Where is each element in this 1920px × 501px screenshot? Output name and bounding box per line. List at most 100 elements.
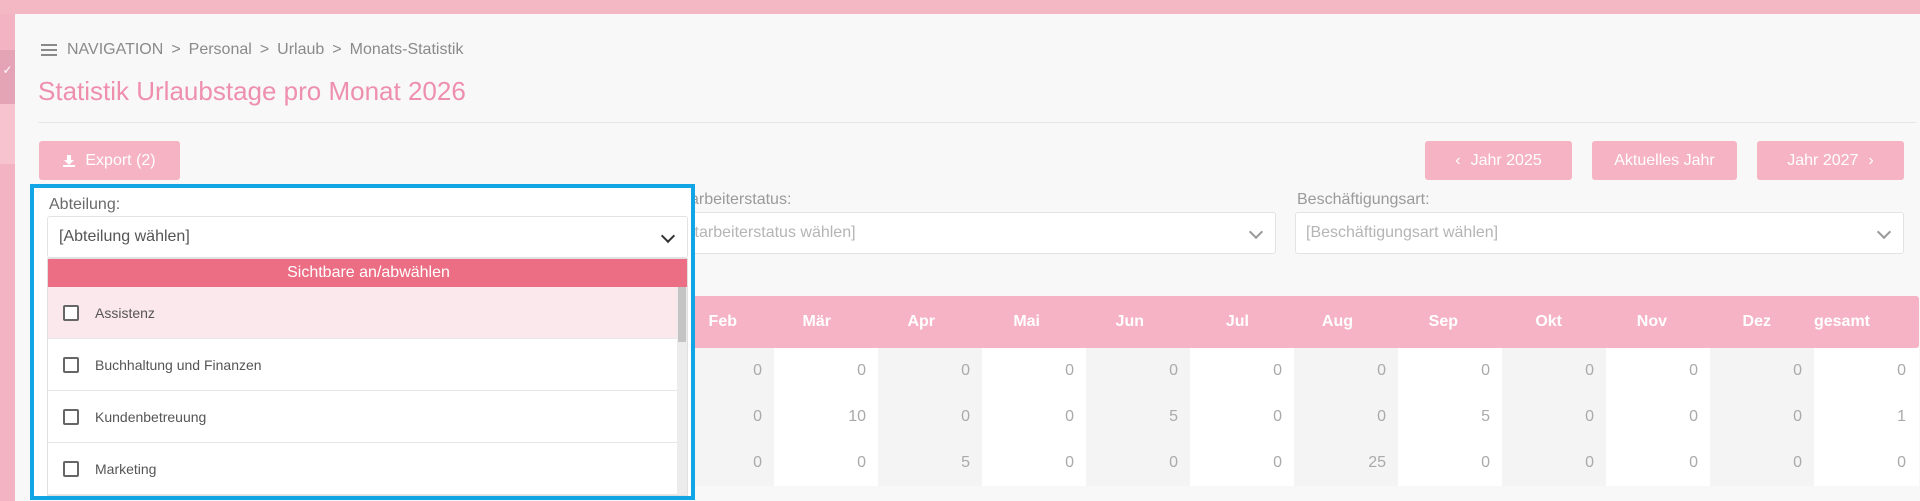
column-header-feb[interactable]: Feb [692,313,737,331]
next-year-label: Jahr 2027 [1787,151,1859,169]
column-header-okt[interactable]: Okt [1507,313,1562,331]
chevron-down-icon [1876,224,1892,240]
breadcrumb-item-navigation[interactable]: NAVIGATION [67,41,163,59]
scrollbar-thumb[interactable] [678,287,686,342]
table-cell: 0 [1065,454,1074,471]
option-assistenz[interactable]: Assistenz [48,287,687,339]
table-cell: 0 [1689,362,1698,379]
table-cell: 0 [1273,408,1282,425]
table-cell: 10 [848,408,866,425]
table-cell: 5 [1086,394,1190,440]
table-cell: 0 [1294,394,1398,440]
table-cell: 0 [1897,362,1906,379]
option-label: Marketing [95,460,157,477]
option-marketing[interactable]: Marketing [48,443,687,495]
table-cell: 0 [1273,362,1282,379]
table-cell: 0 [857,362,866,379]
department-label: Abteilung: [49,196,121,213]
employment-type-placeholder: [Beschäftigungsart wählen] [1306,224,1499,241]
breadcrumb-separator: > [171,41,181,58]
chevron-left-icon: ‹ [1455,151,1461,169]
table-cell: 5 [1481,408,1490,425]
sidebar-tab[interactable] [0,104,15,164]
column-header-jun[interactable]: Jun [1089,313,1144,331]
sidebar-strip[interactable]: ✓ [0,14,15,501]
top-bar [0,0,1920,14]
option-label: Assistenz [95,304,155,321]
column-header-gesamt[interactable]: gesamt [1800,313,1870,331]
department-options-panel: Sichtbare an/abwählen Assistenz Buchhalt… [47,258,688,496]
column-header-mar[interactable]: Mär [776,313,831,331]
column-header-aug[interactable]: Aug [1298,313,1353,331]
table-cell: 1 [1897,408,1906,425]
breadcrumb-separator: > [259,41,270,58]
checkbox-icon[interactable] [63,408,79,425]
menu-icon[interactable] [41,44,57,56]
current-year-button[interactable]: Aktuelles Jahr [1592,141,1737,180]
toggle-visible-button[interactable]: Sichtbare an/abwählen [48,259,687,287]
checkbox-icon[interactable] [63,356,79,373]
employee-status-select[interactable]: itarbeiterstatus wählen] [690,212,1276,254]
previous-year-button[interactable]: ‹ Jahr 2025 [1425,141,1572,180]
breadcrumb-separator: > [332,41,342,58]
table-cell: 0 [1481,362,1490,379]
previous-year-label: Jahr 2025 [1470,151,1542,169]
table-cell: 0 [1689,454,1698,471]
employment-type-select[interactable]: [Beschäftigungsart wählen] [1295,212,1904,254]
breadcrumb-item-monats-statistik: Monats-Statistik [349,41,464,58]
table-cell: 0 [1086,440,1190,486]
export-button-label: Export (2) [85,151,156,169]
column-header-dez[interactable]: Dez [1716,313,1771,331]
table-cell: 0 [1710,440,1814,486]
breadcrumb-item-personal[interactable]: Personal [189,41,252,59]
export-button[interactable]: Export (2) [39,141,180,180]
current-year-label: Aktuelles Jahr [1614,151,1715,169]
table-cell: 0 [878,394,982,440]
table-cell: 0 [1502,394,1606,440]
column-header-jul[interactable]: Jul [1194,313,1249,331]
chevron-right-icon: › [1868,151,1874,169]
employment-type-label: Beschäftigungsart: [1297,191,1430,208]
column-header-apr[interactable]: Apr [880,313,935,331]
column-header-sep[interactable]: Sep [1403,313,1458,331]
department-select-value: [Abteilung wählen] [59,228,190,245]
chevron-down-icon [1248,224,1264,240]
options-scrollbar[interactable] [677,287,687,495]
table-cell: 0 [1481,454,1490,471]
table-cell: 0 [1273,454,1282,471]
table-cell: 0 [1065,408,1074,425]
title-divider [38,122,1916,123]
option-label: Kundenbetreuung [95,408,207,425]
table-cell: 0 [1294,348,1398,394]
checkbox-icon[interactable] [63,460,79,477]
employee-status-label: arbeiterstatus: [690,191,792,208]
table-cell: 25 [1294,440,1398,486]
table-cell: 0 [1710,394,1814,440]
table-cell: 0 [878,348,982,394]
breadcrumb: NAVIGATION > Personal > Urlaub > Monats-… [41,41,463,59]
option-buchhaltung[interactable]: Buchhaltung und Finanzen [48,339,687,391]
employee-status-placeholder: itarbeiterstatus wählen] [691,224,856,241]
breadcrumb-item-urlaub[interactable]: Urlaub [277,41,324,59]
chevron-down-icon [660,228,676,244]
page-title: Statistik Urlaubstage pro Monat 2026 [38,76,466,106]
table-cell: 0 [1065,362,1074,379]
table-cell: 5 [878,440,982,486]
checkbox-icon[interactable] [63,304,79,321]
column-header-mai[interactable]: Mai [985,313,1040,331]
table-cell: 0 [1086,348,1190,394]
department-dropdown: Abteilung: [Abteilung wählen] Sichtbare … [30,184,695,500]
table-cell: 0 [1502,348,1606,394]
table-cell: 0 [1710,348,1814,394]
table-cell: 0 [1502,440,1606,486]
column-header-nov[interactable]: Nov [1612,313,1667,331]
table-cell: 0 [1897,454,1906,471]
option-kundenbetreuung[interactable]: Kundenbetreuung [48,391,687,443]
department-select[interactable]: [Abteilung wählen] [47,216,688,258]
table-cell: 0 [857,454,866,471]
table-cell: 0 [1689,408,1698,425]
download-icon [63,154,76,167]
option-label: Buchhaltung und Finanzen [95,356,262,373]
next-year-button[interactable]: Jahr 2027 › [1757,141,1904,180]
sidebar-collapse-tab[interactable]: ✓ [0,50,15,104]
